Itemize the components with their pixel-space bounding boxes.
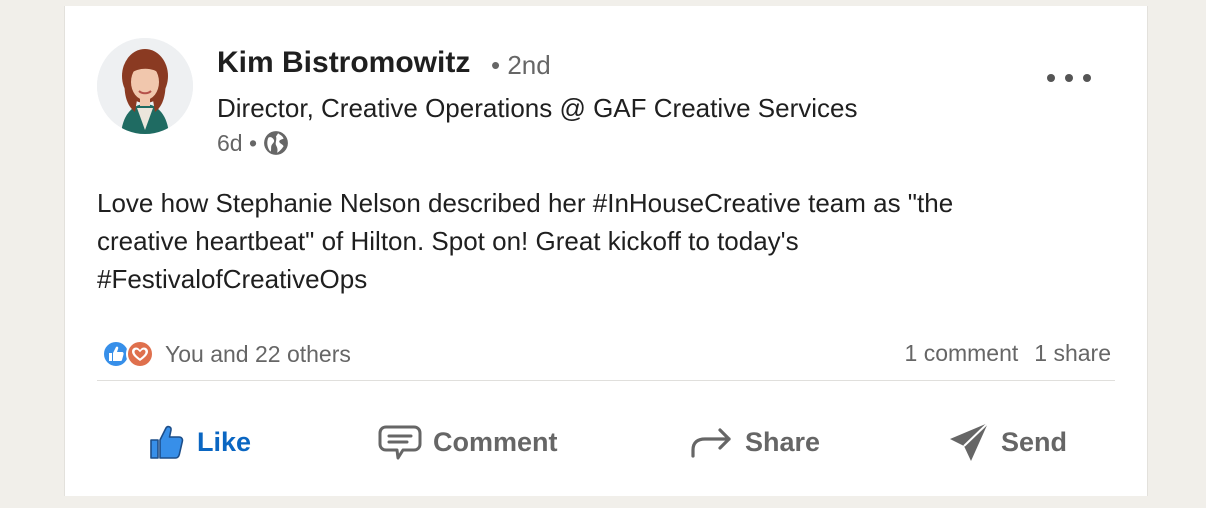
share-count-link[interactable]: 1 share [1034, 340, 1111, 367]
post-age: 6d • [217, 129, 258, 156]
send-icon [950, 422, 989, 461]
comment-button[interactable]: Comment [377, 418, 558, 466]
post-meta: 6d • [217, 129, 289, 157]
send-label: Send [1001, 426, 1068, 457]
profile-photo [97, 38, 193, 134]
reactions-summary[interactable]: You and 22 others [101, 338, 351, 370]
more-dot-icon [1047, 74, 1055, 82]
avatar[interactable] [97, 38, 193, 134]
share-button[interactable]: Share [689, 418, 820, 466]
thumbs-up-icon [150, 425, 184, 459]
divider [97, 380, 1115, 381]
connection-degree: • 2nd [491, 50, 551, 80]
comment-count-link[interactable]: 1 comment [905, 340, 1019, 367]
like-button[interactable]: Like [147, 418, 251, 466]
reaction-count-text[interactable]: You and 22 others [165, 341, 351, 368]
post-text-line: Love how Stephanie Nelson described her … [97, 188, 954, 218]
more-dot-icon [1083, 74, 1091, 82]
post-card: Kim Bistromowitz • 2nd Director, Creativ… [64, 6, 1148, 496]
more-dot-icon [1065, 74, 1073, 82]
author-headline: Director, Creative Operations @ GAF Crea… [217, 93, 858, 123]
share-arrow-icon [691, 428, 731, 458]
reaction-icons [101, 338, 159, 370]
like-label: Like [197, 426, 252, 457]
love-reaction-icon [126, 340, 154, 368]
author-name[interactable]: Kim Bistromowitz [217, 46, 470, 80]
engagement-counts: 1 comment 1 share [905, 340, 1111, 367]
share-label: Share [745, 426, 821, 457]
more-options-button[interactable] [1047, 68, 1091, 88]
globe-icon [264, 131, 288, 155]
send-button[interactable]: Send [947, 418, 1067, 466]
post-text-line: creative heartbeat" of Hilton. Spot on! … [97, 226, 799, 256]
post-text: Love how Stephanie Nelson described her … [97, 184, 1097, 298]
comment-icon [378, 425, 422, 460]
post-text-line: #FestivalofCreativeOps [97, 264, 368, 294]
comment-label: Comment [433, 426, 558, 457]
